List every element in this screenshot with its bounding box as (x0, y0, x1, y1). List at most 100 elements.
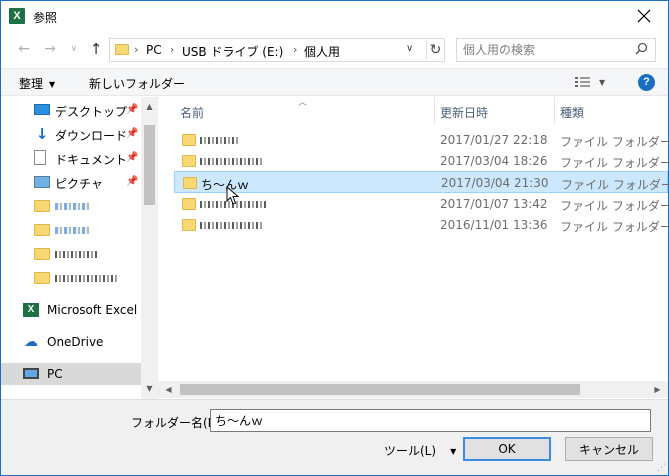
folder-icon (34, 248, 50, 260)
scrollbar-thumb[interactable] (180, 384, 580, 395)
pin-icon[interactable]: 📌 (126, 104, 138, 115)
column-divider[interactable] (554, 97, 555, 124)
nav-item-folder-redacted[interactable] (1, 243, 141, 265)
nav-item-onedrive[interactable]: ☁ OneDrive (1, 331, 141, 353)
search-input[interactable] (463, 42, 623, 58)
file-modified: 2017/01/27 22:18 (440, 133, 548, 147)
nav-item-folder-redacted[interactable] (1, 267, 141, 289)
search-box[interactable] (456, 38, 656, 62)
scroll-up-icon[interactable]: ▲ (141, 99, 158, 115)
chevron-right-icon: › (134, 43, 139, 56)
column-divider[interactable] (434, 97, 435, 124)
view-list-icon (575, 76, 590, 87)
close-icon (637, 9, 651, 23)
organize-label: 整理 (19, 77, 44, 91)
nav-item-pc[interactable]: PC (1, 363, 141, 385)
column-type[interactable]: 種類 (560, 104, 584, 121)
navigation-pane: デスクトップ 📌 ↓ ダウンロード 📌 ドキュメント 📌 ピクチャ 📌 X Mi… (1, 97, 158, 399)
forward-button[interactable]: → (41, 39, 59, 59)
nav-item-downloads[interactable]: ↓ ダウンロード 📌 (1, 123, 141, 145)
nav-item-folder-redacted[interactable] (1, 219, 141, 241)
nav-item-label: ドキュメント (55, 153, 128, 167)
scroll-right-icon[interactable]: ▶ (649, 381, 666, 398)
nav-item-folder-redacted[interactable] (1, 195, 141, 217)
up-button[interactable]: ↑ (87, 39, 105, 59)
nav-item-label: ダウンロード (55, 129, 128, 143)
tools-label: ツール(L) (384, 444, 437, 458)
navigation-scrollbar[interactable]: ▲ ▼ (141, 97, 158, 399)
nav-item-label: PC (47, 367, 63, 381)
folder-icon (182, 198, 196, 210)
folder-icon (34, 272, 50, 284)
ok-button[interactable]: OK (463, 437, 551, 461)
file-row[interactable]: 2017/01/27 22:18 ファイル フォルダー (174, 129, 669, 151)
caret-down-icon: ▼ (450, 447, 457, 456)
file-row[interactable]: 2017/01/07 13:42 ファイル フォルダー (174, 193, 669, 215)
column-header: ︿ 名前 更新日時 種類 (158, 97, 668, 124)
nav-item-pictures[interactable]: ピクチャ 📌 (1, 171, 141, 193)
excel-icon: X (23, 303, 39, 317)
breadcrumb-usb-drive[interactable]: USB ドライブ (E:) (182, 43, 283, 60)
file-name: ち～んｗ (201, 178, 250, 192)
chevron-right-icon: › (293, 43, 298, 56)
horizontal-scrollbar[interactable]: ◀ ▶ (158, 381, 668, 398)
file-name-redacted (200, 133, 240, 147)
arrow-right-icon: → (44, 41, 56, 57)
nav-item-microsoft-excel[interactable]: X Microsoft Excel (1, 299, 141, 321)
file-list: ︿ 名前 更新日時 種類 2017/01/27 22:18 ファイル フォルダー… (158, 97, 669, 399)
tools-button[interactable]: ツール(L) ▼ (384, 442, 456, 459)
organize-button[interactable]: 整理 ▼ (19, 75, 55, 92)
column-modified[interactable]: 更新日時 (440, 104, 488, 121)
folder-icon (182, 155, 196, 167)
folder-icon (115, 44, 129, 55)
breadcrumb-personal[interactable]: 個人用 (304, 43, 340, 60)
file-row-selected[interactable]: ち～んｗ 2017/03/04 21:30 ファイル フォルダー (174, 171, 669, 193)
file-modified: 2017/01/07 13:42 (440, 197, 548, 211)
folder-icon (182, 219, 196, 231)
new-folder-button[interactable]: 新しいフォルダー (89, 75, 185, 92)
view-options-button[interactable]: ▼ (575, 74, 611, 92)
nav-item-label: Microsoft Excel (47, 303, 138, 317)
command-bar: 整理 ▼ 新しいフォルダー ▼ ? (1, 68, 668, 96)
file-modified: 2017/03/04 21:30 (441, 176, 549, 190)
file-row[interactable]: 2016/11/01 13:36 ファイル フォルダー (174, 214, 669, 236)
search-icon[interactable] (633, 42, 649, 58)
scrollbar-thumb[interactable] (144, 125, 155, 205)
desktop-icon (34, 104, 50, 115)
help-button[interactable]: ? (638, 74, 655, 91)
chevron-right-icon: › (170, 43, 175, 56)
folder-icon (34, 224, 50, 236)
scroll-left-icon[interactable]: ◀ (160, 381, 177, 398)
nav-item-documents[interactable]: ドキュメント 📌 (1, 147, 141, 169)
scroll-down-icon[interactable]: ▼ (141, 381, 158, 397)
file-row[interactable]: 2017/03/04 18:26 ファイル フォルダー (174, 150, 669, 172)
address-dropdown-icon[interactable]: ∨ (406, 43, 413, 54)
arrow-up-icon: ↑ (89, 40, 103, 58)
pin-icon[interactable]: 📌 (126, 128, 138, 139)
pin-icon[interactable]: 📌 (126, 152, 138, 163)
breadcrumb-pc[interactable]: PC (146, 43, 162, 57)
file-modified: 2017/03/04 18:26 (440, 154, 548, 168)
picture-icon (34, 176, 50, 188)
title-bar: X 参照 (1, 1, 668, 31)
redacted-label (55, 247, 97, 261)
chevron-down-icon: ∨ (70, 44, 78, 54)
resize-grip-icon[interactable]: ⋰ (657, 463, 666, 473)
back-button[interactable]: ← (15, 39, 33, 59)
folder-icon (34, 200, 50, 212)
column-name[interactable]: 名前 (180, 104, 204, 121)
mouse-cursor-icon (226, 186, 240, 205)
window-title: 参照 (33, 11, 58, 25)
nav-item-label: OneDrive (47, 335, 104, 349)
file-type: ファイル フォルダー (560, 220, 669, 234)
pin-icon[interactable]: 📌 (126, 176, 138, 187)
document-icon (34, 150, 46, 165)
dialog-footer: フォルダー名(N): ツール(L)▼ OK キャンセル ⋰ (1, 399, 668, 475)
nav-item-desktop[interactable]: デスクトップ 📌 (1, 99, 141, 121)
cancel-button[interactable]: キャンセル (565, 437, 653, 461)
recent-locations-button[interactable]: ∨ (65, 39, 83, 59)
close-button[interactable] (634, 6, 654, 26)
address-bar[interactable]: › PC › USB ドライブ (E:) › 個人用 ∨ ↻ (109, 38, 445, 62)
folder-name-input[interactable] (210, 409, 651, 432)
refresh-icon[interactable]: ↻ (426, 41, 444, 59)
